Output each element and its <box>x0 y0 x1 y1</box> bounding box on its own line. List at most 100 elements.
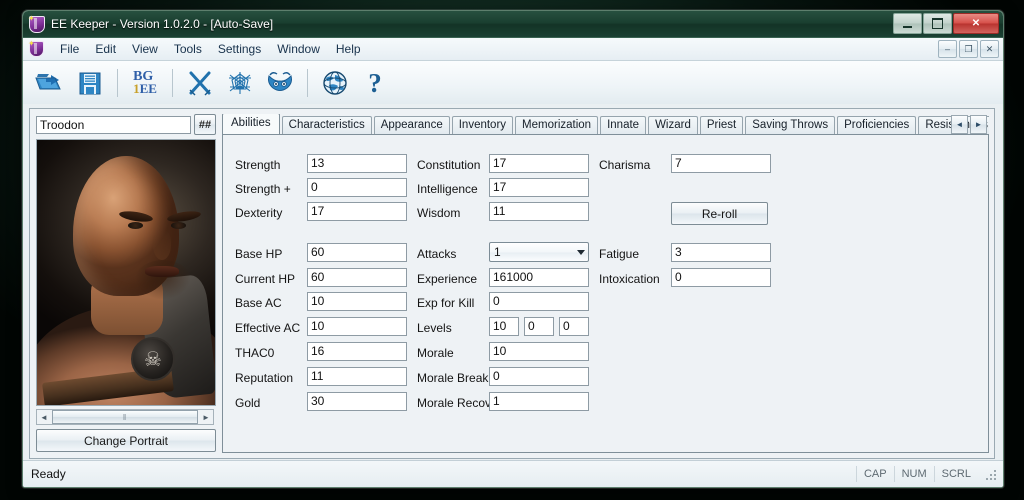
label-current-hp: Current HP <box>235 272 296 286</box>
creature-head-icon[interactable] <box>261 65 299 101</box>
help-question-icon[interactable]: ? <box>356 65 394 101</box>
spider-web-icon[interactable] <box>221 65 259 101</box>
tab-scroll-right-icon[interactable]: ► <box>970 115 987 134</box>
mdi-restore-button[interactable]: ❐ <box>959 40 978 58</box>
application-window: ✦ EE Keeper - Version 1.0.2.0 - [Auto-Sa… <box>22 10 1004 488</box>
toolbar-separator-2 <box>172 69 173 97</box>
bg1ee-logo-icon[interactable]: BG 1EE <box>126 65 164 101</box>
input-charisma[interactable]: 7 <box>671 154 771 173</box>
input-exp-for-kill[interactable]: 0 <box>489 292 589 311</box>
open-file-icon[interactable] <box>31 65 69 101</box>
label-base-hp: Base HP <box>235 247 283 261</box>
maximize-button[interactable] <box>923 13 952 34</box>
tab-proficiencies[interactable]: Proficiencies <box>837 116 917 134</box>
label-strength: Strength <box>235 158 281 172</box>
input-gold[interactable]: 30 <box>307 392 407 411</box>
input-thac0[interactable]: 16 <box>307 342 407 361</box>
menu-item-tools[interactable]: Tools <box>166 39 210 59</box>
tab-inventory[interactable]: Inventory <box>451 116 514 134</box>
label-levels: Levels <box>417 321 452 335</box>
input-base-hp[interactable]: 60 <box>307 243 407 262</box>
tab-priest[interactable]: Priest <box>699 116 744 134</box>
chevron-down-icon <box>577 250 585 255</box>
close-button[interactable]: ✕ <box>953 13 999 34</box>
minimize-button[interactable] <box>893 13 922 34</box>
attacks-combobox-value: 1 <box>494 245 501 259</box>
input-constitution[interactable]: 17 <box>489 154 589 173</box>
resize-grip-icon[interactable] <box>984 466 1000 482</box>
reroll-button[interactable]: Re-roll <box>671 202 768 225</box>
input-reputation[interactable]: 11 <box>307 367 407 386</box>
input-intelligence[interactable]: 17 <box>489 178 589 197</box>
portrait-nose <box>153 230 171 260</box>
change-portrait-button[interactable]: Change Portrait <box>36 429 216 452</box>
portrait-skull-emblem-icon: ☠ <box>131 337 175 381</box>
label-wisdom: Wisdom <box>417 206 461 220</box>
input-morale-recovery[interactable]: 1 <box>489 392 589 411</box>
input-strength[interactable]: 13 <box>307 154 407 173</box>
menu-bar: ✦ File Edit View Tools Settings Window H… <box>23 38 1003 61</box>
save-file-icon[interactable] <box>71 65 109 101</box>
tab-scroll-left-icon[interactable]: ◄ <box>951 115 968 134</box>
mdi-close-button[interactable]: ✕ <box>980 40 999 58</box>
label-effective-ac: Effective AC <box>235 321 301 335</box>
input-base-ac[interactable]: 10 <box>307 292 407 311</box>
character-name-input[interactable]: Troodon <box>36 115 191 134</box>
tab-abilities[interactable]: Abilities <box>222 114 280 134</box>
hash-button[interactable]: ## <box>194 114 216 135</box>
menu-item-settings[interactable]: Settings <box>210 39 269 59</box>
input-wisdom[interactable]: 11 <box>489 202 589 221</box>
input-level-3[interactable]: 0 <box>559 317 589 336</box>
mdi-minimize-button[interactable]: – <box>938 40 957 58</box>
mdi-child-controls: – ❐ ✕ <box>938 40 999 58</box>
status-bar: Ready CAP NUM SCRL <box>23 460 1003 487</box>
abilities-tab-content: Strength 13 Strength + 0 Dexterity 17 Co… <box>222 134 989 453</box>
menu-item-edit[interactable]: Edit <box>87 39 124 59</box>
window-title: EE Keeper - Version 1.0.2.0 - [Auto-Save… <box>51 17 274 31</box>
label-reputation: Reputation <box>235 371 294 385</box>
tab-memorization[interactable]: Memorization <box>515 116 599 134</box>
menu-item-view[interactable]: View <box>124 39 166 59</box>
label-morale: Morale <box>417 346 454 360</box>
tab-characteristics[interactable]: Characteristics <box>281 116 372 134</box>
character-portrait[interactable]: ☠ <box>36 139 216 406</box>
tab-wizard[interactable]: Wizard <box>648 116 698 134</box>
title-bar: ✦ EE Keeper - Version 1.0.2.0 - [Auto-Sa… <box>23 11 1003 38</box>
input-strength-plus[interactable]: 0 <box>307 178 407 197</box>
label-charisma: Charisma <box>599 158 651 172</box>
portrait-scrollbar[interactable]: ◄ ‖ ► <box>36 409 214 425</box>
scroll-left-arrow-icon[interactable]: ◄ <box>37 410 51 424</box>
input-dexterity[interactable]: 17 <box>307 202 407 221</box>
attacks-combobox[interactable]: 1 <box>489 242 589 262</box>
menu-item-help[interactable]: Help <box>328 39 369 59</box>
desktop-background: ✦ EE Keeper - Version 1.0.2.0 - [Auto-Sa… <box>0 0 1024 500</box>
toolbar-separator-1 <box>117 69 118 97</box>
tab-strip: Abilities Characteristics Appearance Inv… <box>222 114 989 134</box>
menu-item-file[interactable]: File <box>52 39 87 59</box>
input-experience[interactable]: 161000 <box>489 268 589 287</box>
label-morale-break: Morale Break <box>417 371 489 385</box>
input-level-1[interactable]: 10 <box>489 317 519 336</box>
label-base-ac: Base AC <box>235 296 282 310</box>
tab-appearance[interactable]: Appearance <box>373 116 450 134</box>
globe-icon[interactable] <box>316 65 354 101</box>
label-constitution: Constitution <box>417 158 481 172</box>
tab-innate[interactable]: Innate <box>600 116 647 134</box>
status-num-lock: NUM <box>893 466 934 482</box>
menu-item-window[interactable]: Window <box>269 39 328 59</box>
input-current-hp[interactable]: 60 <box>307 268 407 287</box>
input-morale[interactable]: 10 <box>489 342 589 361</box>
input-morale-break[interactable]: 0 <box>489 367 589 386</box>
input-effective-ac[interactable]: 10 <box>307 317 407 336</box>
input-intoxication[interactable]: 0 <box>671 268 771 287</box>
input-fatigue[interactable]: 3 <box>671 243 771 262</box>
scroll-right-arrow-icon[interactable]: ► <box>199 410 213 424</box>
crossed-swords-icon[interactable] <box>181 65 219 101</box>
scrollbar-thumb[interactable]: ‖ <box>52 410 198 424</box>
input-level-2[interactable]: 0 <box>524 317 554 336</box>
status-caps-lock: CAP <box>855 466 894 482</box>
label-fatigue: Fatigue <box>599 247 640 261</box>
portrait-panel: Troodon ## ☠ ◄ ‖ ► Change Portrait <box>36 114 216 452</box>
client-area: Troodon ## ☠ ◄ ‖ ► Change Portrait Abili… <box>23 104 1003 461</box>
tab-saving-throws[interactable]: Saving Throws <box>745 116 836 134</box>
